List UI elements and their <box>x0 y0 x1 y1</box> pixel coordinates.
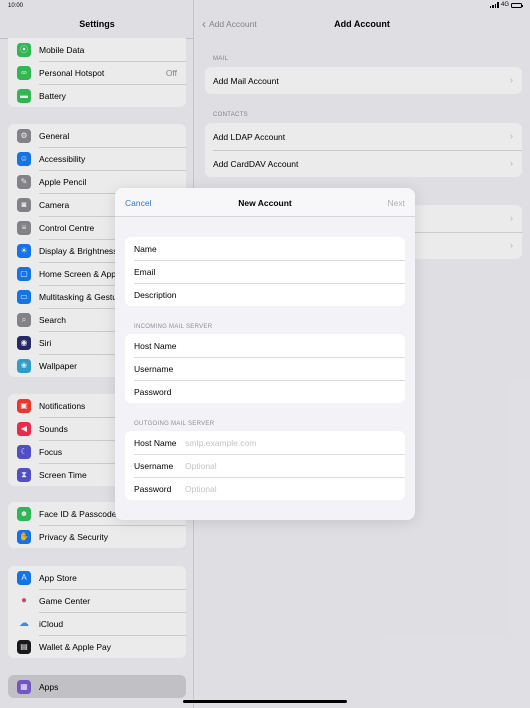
email-field-row[interactable]: Email <box>125 260 405 283</box>
name-input[interactable] <box>185 243 385 254</box>
field-label: Description <box>134 289 177 300</box>
next-button[interactable]: Next <box>388 198 405 208</box>
incoming-host-row[interactable]: Host Name <box>125 334 405 357</box>
email-input[interactable] <box>185 266 385 277</box>
field-label: Password <box>134 386 172 397</box>
field-label: Username <box>134 363 174 374</box>
incoming-password-row[interactable]: Password <box>125 380 405 403</box>
incoming-password-input[interactable] <box>185 386 385 397</box>
outgoing-password-row[interactable]: Password <box>125 477 405 500</box>
account-fields-group: Name Email Description <box>125 237 405 306</box>
field-label: Host Name <box>134 340 177 351</box>
incoming-username-row[interactable]: Username <box>125 357 405 380</box>
field-label: Host Name <box>134 437 177 448</box>
field-label: Password <box>134 483 172 494</box>
field-label: Username <box>134 460 174 471</box>
outgoing-password-input[interactable] <box>185 483 385 494</box>
outgoing-host-input[interactable] <box>185 437 385 448</box>
outgoing-host-row[interactable]: Host Name <box>125 431 405 454</box>
home-indicator[interactable] <box>183 700 347 703</box>
outgoing-username-row[interactable]: Username <box>125 454 405 477</box>
sheet-navigation-bar: Cancel New Account Next <box>115 188 415 217</box>
incoming-section-header: INCOMING MAIL SERVER <box>134 324 213 330</box>
new-account-sheet: Cancel New Account Next Name Email Descr… <box>115 188 415 520</box>
field-label: Name <box>134 243 157 254</box>
description-input[interactable] <box>214 289 384 300</box>
description-field-row[interactable]: Description <box>125 283 405 306</box>
outgoing-section-header: OUTGOING MAIL SERVER <box>134 421 215 427</box>
sheet-title: New Account <box>238 198 292 208</box>
incoming-server-group: Host Name Username Password <box>125 334 405 403</box>
outgoing-username-input[interactable] <box>185 460 385 471</box>
incoming-host-input[interactable] <box>185 340 385 351</box>
name-field-row[interactable]: Name <box>125 237 405 260</box>
field-label: Email <box>134 266 156 277</box>
incoming-username-input[interactable] <box>185 363 385 374</box>
outgoing-server-group: Host Name Username Password <box>125 431 405 500</box>
